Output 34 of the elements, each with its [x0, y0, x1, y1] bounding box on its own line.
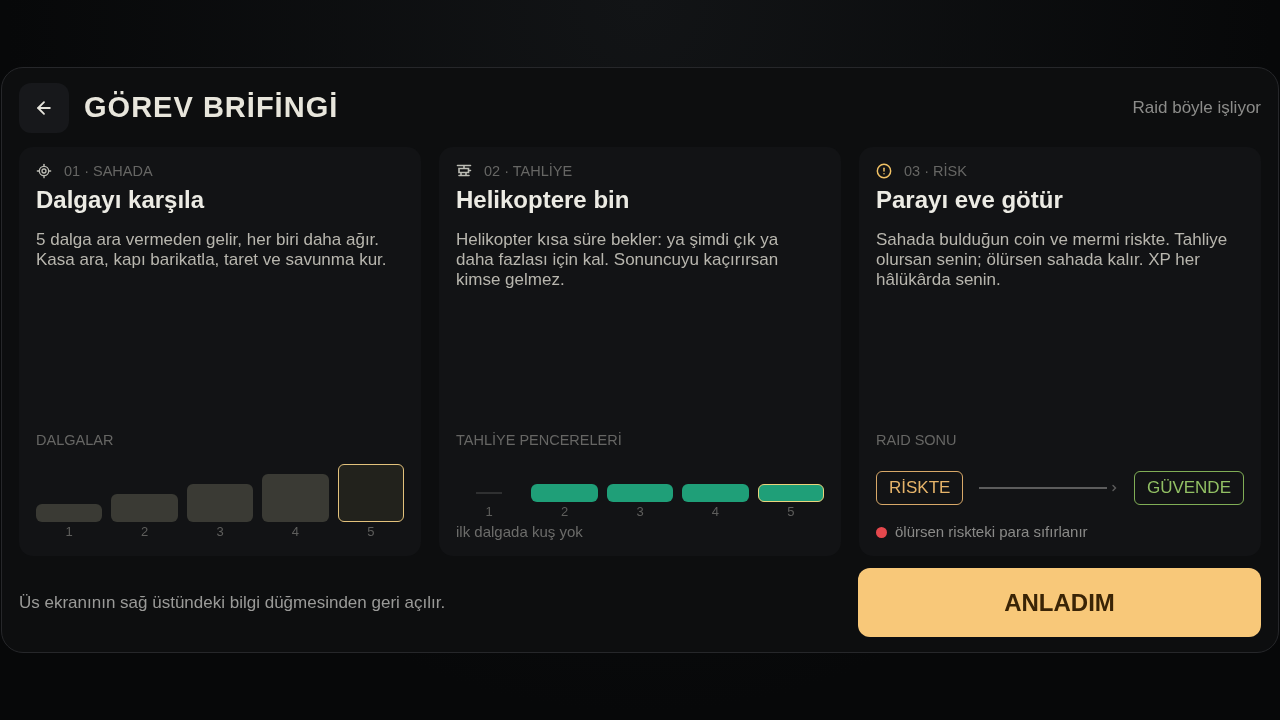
warning-note: ölürsen riskteki para sıfırlanır: [895, 522, 1088, 542]
bar-number: 3: [635, 503, 645, 521]
card-eyebrow: 01 · SAHADA: [64, 162, 153, 181]
card-description: 5 dalga ara vermeden gelir, her biri daha ağır. Kasa ara, kapı barikatla, taret ve savunma kur.: [36, 230, 388, 270]
crosshair-icon: [36, 163, 52, 179]
bar-number: 1: [64, 523, 74, 541]
bar-number: 5: [366, 523, 376, 541]
alert-circle-icon: [876, 163, 892, 179]
state-tag: RİSKTE: [876, 471, 964, 505]
card-description: Helikopter kısa süre bekler: ya şimdi çık ya daha fazlası için kal. Sonuncuyu kaçırırsan kimse gelmez.: [456, 230, 780, 290]
section-label: DALGALAR: [36, 431, 115, 450]
confirm-button[interactable]: ANLADIM: [858, 568, 1261, 637]
section-label: RAID SONU: [876, 431, 958, 450]
footer-hint: Üs ekranının sağ üstündeki bilgi düğmesinden geri açılır.: [19, 591, 446, 614]
card-title: Helikoptere bin: [456, 186, 631, 214]
card-title: Parayı eve götür: [876, 186, 1064, 214]
helicopter-icon: [456, 163, 472, 179]
bar-number: 2: [559, 503, 570, 521]
page-title: GÖREV BRİFİNGİ: [84, 90, 339, 126]
bar-number: 4: [290, 523, 300, 541]
card-eyebrow: 02 · TAHLİYE: [484, 162, 573, 181]
bar-number: 2: [139, 523, 150, 541]
bar-number: 4: [710, 503, 720, 521]
back-button[interactable]: [19, 83, 69, 133]
bar-number: 1: [484, 503, 494, 521]
help-link[interactable]: Raid böyle işliyor: [1132, 95, 1261, 121]
bar-number: 3: [215, 523, 225, 541]
state-tag: GÜVENDE: [1133, 471, 1244, 505]
card-eyebrow: 03 · RİSK: [904, 162, 967, 181]
card-title: Dalgayı karşıla: [36, 186, 206, 214]
card-description: Sahada bulduğun coin ve mermi riskte. Tahliye olursan senin; ölürsen sahada kalır. XP her hâlükârda senin.: [876, 230, 1229, 290]
window-note: ilk dalgada kuş yok: [456, 522, 584, 542]
section-label: TAHLİYE PENCERELERİ: [456, 431, 623, 450]
bar-number: 5: [786, 503, 796, 521]
